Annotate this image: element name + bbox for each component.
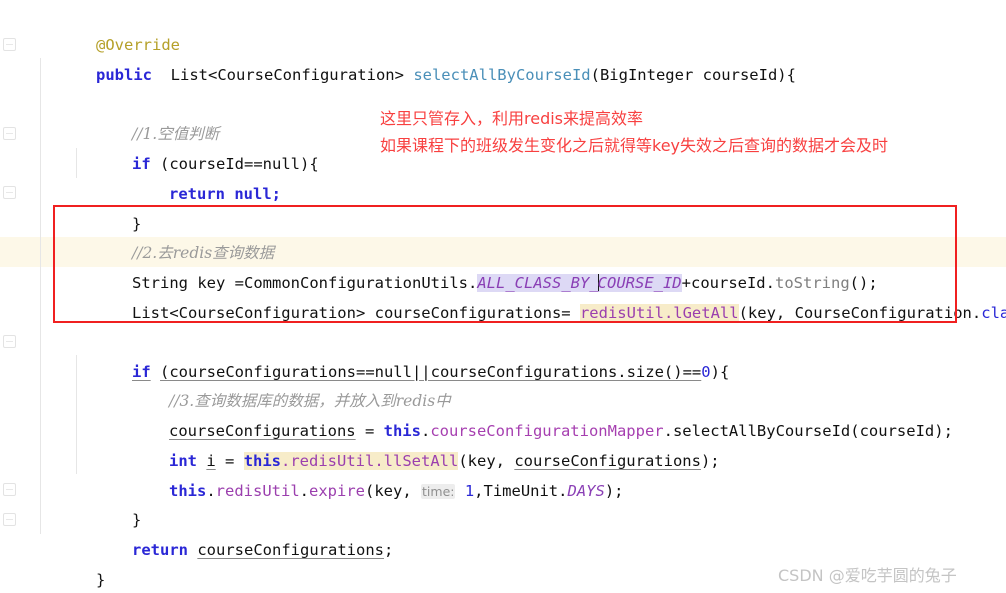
call-args-open: (key, CourseConfiguration.	[738, 304, 982, 322]
code-line-14[interactable]: courseConfigurations = this.courseConfig…	[113, 386, 953, 440]
code-line-6[interactable]: return null;	[113, 149, 281, 203]
indent-guide	[40, 58, 41, 534]
number-one: 1	[464, 482, 475, 500]
red-annotation-line-2: 如果课程下的班级发生变化之后就得等key失效之后查询的数据才会及时	[380, 136, 889, 155]
parameter-hint-time: time:	[421, 484, 456, 499]
return-type: List<CourseConfiguration>	[170, 66, 404, 84]
variable-courseconfigurations: courseConfigurations	[374, 304, 562, 322]
code-line-9[interactable]: String key =CommonConfigurationUtils.ALL…	[76, 238, 878, 292]
call-close: );	[604, 482, 624, 500]
assign-operator: =	[561, 304, 580, 322]
code-line-7[interactable]: }	[76, 179, 141, 233]
code-line-16[interactable]: this.redisUtil.expire(key, time: 1,TimeU…	[113, 446, 623, 500]
code-line-12[interactable]: if (courseConfigurations==null||courseCo…	[76, 327, 729, 381]
keyword-public: public	[96, 66, 152, 84]
code-line-19[interactable]: }	[40, 535, 105, 589]
dot-separator: .	[206, 482, 216, 500]
fold-marker-icon[interactable]	[3, 483, 16, 496]
constant-days: DAYS	[567, 482, 605, 500]
fold-marker-icon[interactable]	[3, 127, 16, 140]
variable-courseconfigurations: courseConfigurations	[197, 541, 384, 559]
code-line-2[interactable]: public List<CourseConfiguration> selectA…	[40, 30, 796, 84]
param-type: BigInteger	[599, 66, 694, 84]
fold-marker-icon[interactable]	[3, 513, 16, 526]
number-zero: 0	[701, 363, 711, 381]
csdn-watermark: CSDN @爱吃芋圆的兔子	[778, 566, 957, 585]
fold-marker-icon[interactable]	[3, 335, 16, 348]
timeunit-prefix: ,TimeUnit.	[474, 482, 568, 500]
field-redisutil: redisUtil	[215, 482, 300, 500]
fold-marker-icon[interactable]	[3, 186, 16, 199]
keyword-return: return	[169, 185, 225, 203]
code-line-1[interactable]: @Override	[40, 0, 180, 54]
type-list-courseconfiguration: List<CourseConfiguration>	[132, 304, 366, 322]
code-line-13-comment[interactable]: //3.查询数据库的数据，并放入到redis中	[113, 356, 451, 410]
fold-marker-icon[interactable]	[3, 38, 16, 51]
code-line-4-comment[interactable]: //1.空值判断	[76, 89, 219, 143]
code-line-10[interactable]: List<CourseConfiguration> courseConfigur…	[76, 268, 1006, 322]
keyword-this: this	[169, 482, 207, 500]
keyword-class: class	[981, 304, 1006, 322]
method-name: selectAllByCourseId	[413, 66, 591, 84]
code-editor[interactable]: @Override public List<CourseConfiguratio…	[0, 0, 1006, 593]
dot-separator: .	[299, 482, 310, 500]
call-args-open: (key,	[365, 482, 422, 500]
code-line-20[interactable]: }	[5, 565, 70, 593]
screenshot-root: @Override public List<CourseConfiguratio…	[0, 0, 1006, 593]
call-close: );	[700, 452, 720, 470]
code-line-15[interactable]: int i = thisthis.redisUtil.llSetAll.redi…	[113, 416, 720, 470]
closing-brace: }	[96, 571, 106, 589]
red-annotation-line-1: 这里只管存入，利用redis来提高效率	[380, 109, 644, 128]
code-line-17[interactable]: }	[76, 475, 141, 529]
code-line-18[interactable]: return courseConfigurations;	[76, 505, 393, 559]
call-redisutil-lgetall: redisUtil.lGetAll	[579, 304, 739, 322]
if-brace-open: ){	[710, 363, 730, 381]
code-line-8-comment[interactable]: //2.去redis查询数据	[76, 208, 274, 262]
literal-null: null;	[234, 185, 282, 203]
param-name: courseId	[702, 66, 778, 84]
code-line-5[interactable]: if (courseId==null){	[76, 119, 319, 173]
method-expire: expire	[309, 482, 366, 500]
keyword-return: return	[132, 541, 188, 559]
